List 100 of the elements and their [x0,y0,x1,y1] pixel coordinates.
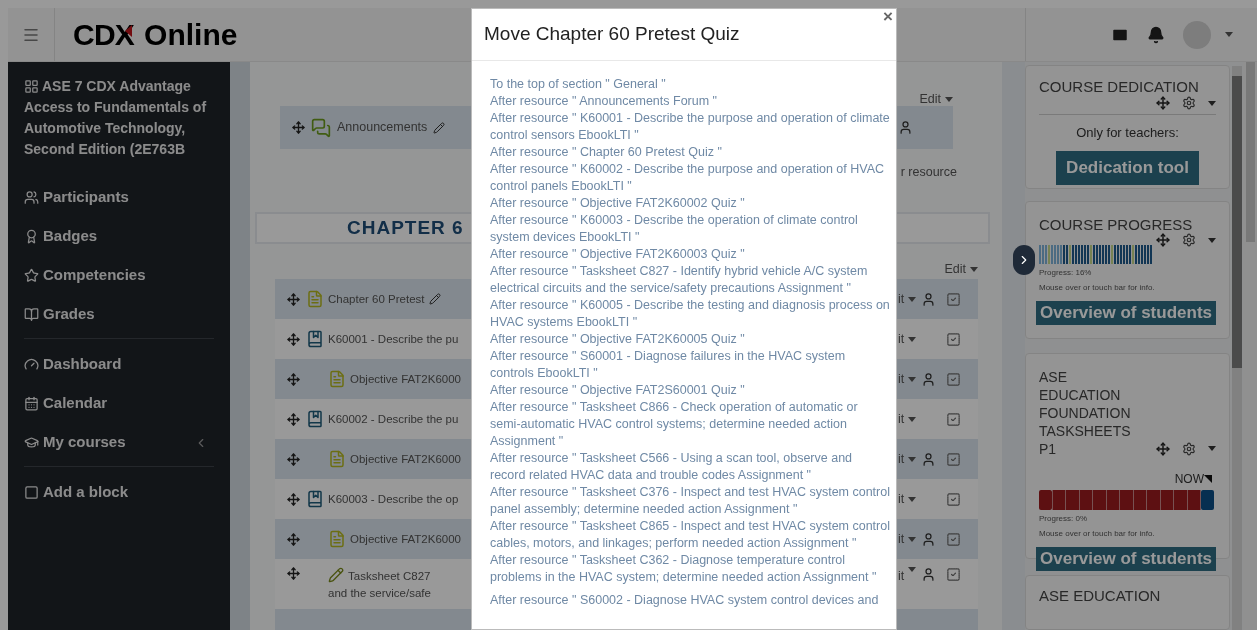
sidebar-item[interactable]: Add a block [24,473,214,512]
sidebar-item[interactable]: Participants [24,178,214,217]
move-target-link[interactable]: After resource " K60003 - Describe the operation of climate control system devices EbookLTI " [490,212,890,246]
move-target-link[interactable]: After resource " Objective FAT2K60002 Quiz " [490,195,890,212]
completion-checkbox-icon[interactable] [946,411,962,427]
caret-icon[interactable] [908,416,917,422]
move-icon[interactable] [287,412,300,426]
sidebar-item[interactable]: Dashboard [24,345,214,384]
edit-link[interactable]: it [898,449,905,469]
activity-link[interactable]: Objective FAT2K6000 [350,450,461,469]
progress-bar-drawing[interactable] [1039,489,1215,510]
user-icon[interactable] [920,291,936,307]
move-target-link[interactable]: After resource " Tasksheet C362 - Diagnose temperature control problems in the HVAC system; determine needed action Assignment " [490,552,890,586]
pencil-icon[interactable] [433,121,446,134]
activity-link[interactable]: K60001 - Describe the pu [328,330,459,349]
drawer-toggle[interactable] [1013,245,1035,275]
edit-link[interactable]: it [898,567,905,586]
move-icon[interactable] [287,452,300,466]
move-target-link[interactable]: To the top of section " General " [490,76,890,93]
caret-icon[interactable] [908,456,917,462]
edit-link[interactable]: it [898,369,905,389]
move-icon[interactable] [1156,233,1170,248]
bell-icon[interactable] [1147,25,1165,44]
caret-icon[interactable] [908,296,917,302]
completion-checkbox-icon[interactable] [946,567,962,583]
move-target-link[interactable]: After resource " K60005 - Describe the testing and diagnosis process on HVAC systems EbookLTI " [490,297,890,331]
move-target-link[interactable]: After resource " K60002 - Describe the purpose and operation of HVAC control panels EbookLTI " [490,161,890,195]
logo-mark[interactable]: CDX [73,12,135,57]
progress-bar-drawing[interactable] [1039,245,1152,265]
activity-link[interactable]: Objective FAT2K6000 [350,370,461,389]
move-icon[interactable] [287,492,300,506]
caret-icon[interactable] [970,266,978,272]
overview-button[interactable]: Overview of students [1036,301,1216,326]
move-target-link[interactable]: After resource " Tasksheet C376 - Inspect and test HVAC system control panel assembly; determine needed action Assignment " [490,484,890,518]
completion-checkbox-icon[interactable] [946,331,962,347]
caret-icon[interactable] [945,96,953,102]
move-target-link[interactable]: After resource " Tasksheet C865 - Inspect and test HVAC system control cables, motors, and linkages; perform needed action Assignment " [490,518,890,552]
completion-checkbox-icon[interactable] [946,451,962,467]
add-activity-link[interactable]: r resource [900,163,957,182]
dedication-button[interactable]: Dedication tool [1056,150,1199,185]
caret-icon[interactable] [908,376,917,382]
edit-link[interactable]: Edit [919,89,941,109]
move-icon[interactable] [292,121,305,134]
sidebar-item[interactable]: Badges [24,217,214,256]
activity-link[interactable]: K60002 - Describe the pu [328,410,459,429]
scrollbar[interactable] [1232,66,1242,630]
caret-icon[interactable] [908,536,917,542]
caret-icon[interactable] [1225,32,1233,37]
caret-icon[interactable] [908,496,917,502]
edit-link[interactable]: it [898,489,905,509]
move-icon[interactable] [1156,96,1170,110]
sidebar-item[interactable]: My courses [24,423,214,462]
scrollbar[interactable] [1243,62,1257,630]
move-target-link[interactable]: After resource " Objective FAT2S60001 Quiz " [490,382,890,399]
sidebar-item[interactable]: Calendar [24,384,214,423]
settings-icon[interactable] [1182,233,1196,248]
move-icon[interactable] [287,532,300,546]
move-target-link[interactable]: After resource " Objective FAT2K60003 Quiz " [490,246,890,263]
move-target-link[interactable]: After resource " S60001 - Diagnose failures in the HVAC system controls EbookLTI " [490,348,890,382]
completion-checkbox-icon[interactable] [946,371,962,387]
activity-link[interactable]: Tasksheet C827 [348,567,431,586]
move-icon[interactable] [287,292,300,306]
edit-link[interactable]: it [898,329,905,349]
settings-icon[interactable] [1182,441,1196,456]
edit-link[interactable]: Edit [944,259,966,279]
activity-link[interactable]: Chapter 60 Pretest [328,290,425,309]
activity-link[interactable]: K60003 - Describe the op [328,490,459,509]
edit-link[interactable]: it [898,529,905,549]
move-target-link[interactable]: After resource " Announcements Forum " [490,93,890,110]
caret-icon[interactable] [908,336,917,342]
pencil-icon[interactable] [428,293,441,306]
caret-icon[interactable] [1208,100,1216,106]
user-icon[interactable] [920,451,936,467]
user-icon[interactable] [920,531,936,547]
move-icon[interactable] [287,567,300,581]
move-target-link[interactable]: After resource " Chapter 60 Pretest Quiz " [490,144,890,161]
user-icon[interactable] [898,120,913,135]
move-target-link[interactable]: After resource " K60001 - Describe the purpose and operation of climate control sensors EbookLTI " [490,110,890,144]
activity-link-continued[interactable]: and the service/safe [328,585,431,602]
sidebar-item[interactable]: Competencies [24,256,214,295]
completion-checkbox-icon[interactable] [946,531,962,547]
move-target-link[interactable]: After resource " Objective FAT2K60005 Quiz " [490,331,890,348]
sidebar-item[interactable]: Grades [24,295,214,334]
activity-link[interactable]: Objective FAT2K6000 [350,530,461,549]
close-button[interactable]: × [883,9,893,27]
caret-icon[interactable] [1208,237,1216,243]
move-target-link[interactable]: After resource " Tasksheet C866 - Check operation of automatic or semi-automatic HVAC control systems; determine needed action Assignment " [490,399,890,450]
completion-checkbox-icon[interactable] [946,291,962,307]
course-title[interactable]: ASE 7 CDX Advantage Access to Fundamentals of Automotive Technology, Second Edition (2E763B [24,76,220,160]
completion-checkbox-icon[interactable] [946,491,962,507]
move-target-link[interactable]: After resource " Tasksheet C566 - Using a scan tool, observe and record related HVAC data and trouble codes Assignment " [490,450,890,484]
logo-text[interactable]: Online [144,12,238,57]
move-target-link[interactable]: After resource " S60002 - Diagnose HVAC system control devices and [490,592,890,609]
edit-link[interactable]: it [898,409,905,429]
edit-link[interactable]: it [898,289,905,309]
move-target-link[interactable]: After resource " Tasksheet C827 - Identify hybrid vehicle A/C system electrical circuits and the service/safety precautions Assignment " [490,263,890,297]
caret-icon[interactable] [908,567,917,573]
move-icon[interactable] [287,332,300,346]
move-icon[interactable] [1156,441,1170,456]
user-icon[interactable] [920,567,936,583]
